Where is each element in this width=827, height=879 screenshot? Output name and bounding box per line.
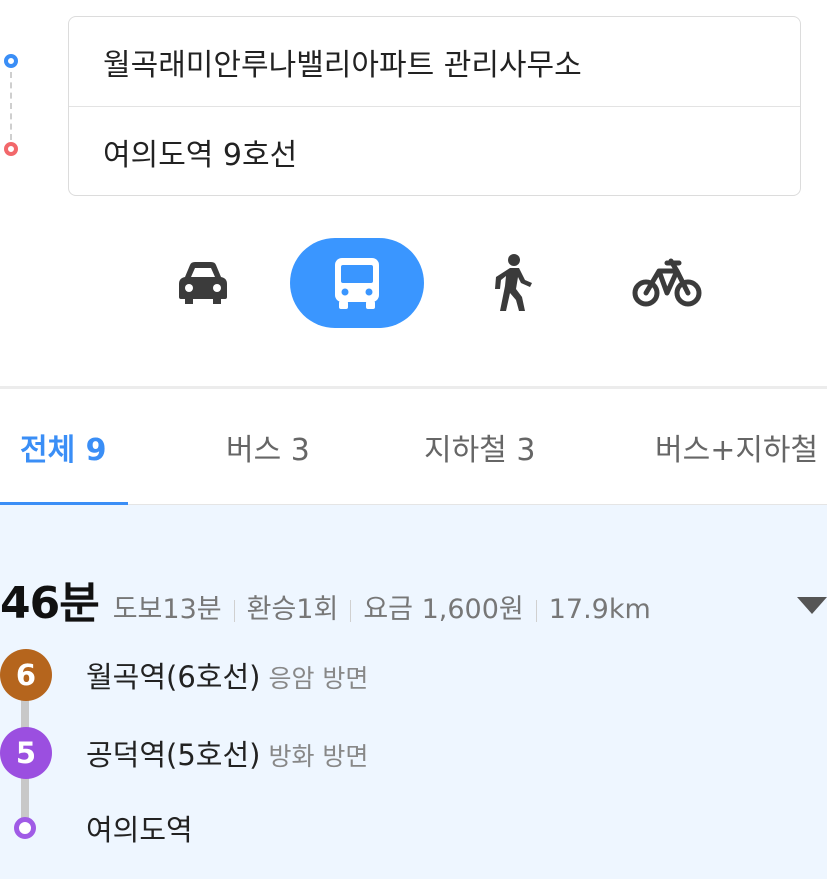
mode-walk-button[interactable]: [446, 238, 580, 328]
expand-caret-icon[interactable]: [797, 597, 827, 614]
direction: 방화 방면: [268, 742, 369, 771]
walk-icon: [495, 254, 532, 311]
destination-marker-icon: [4, 142, 18, 156]
bike-icon: [632, 258, 702, 307]
tab-bus-subway[interactable]: 버스+지하철: [655, 389, 818, 505]
meta-separator: [350, 599, 352, 622]
meta-separator: [535, 599, 537, 622]
line-6-badge: 6: [0, 649, 52, 701]
fare: 요금 1,600원: [363, 594, 524, 625]
route-result-card[interactable]: 46분 도보13분 환승1회 요금 1,600원 17.9km 6 월곡역(6호…: [0, 505, 827, 879]
total-time: 46분: [0, 578, 100, 629]
route-type-tabs: 전체 9 버스 3 지하철 3 버스+지하철: [0, 389, 827, 505]
tab-subway[interactable]: 지하철 3: [424, 389, 535, 505]
route-markers: [0, 40, 30, 160]
step-arrive[interactable]: 여의도역: [86, 807, 193, 849]
step-transfer[interactable]: 공덕역(5호선) 방화 방면: [86, 732, 368, 774]
meta-separator: [233, 599, 235, 622]
station-name: 여의도역: [86, 813, 193, 847]
route-connector: [10, 72, 12, 140]
mode-transit-button[interactable]: [290, 238, 424, 328]
distance: 17.9km: [548, 594, 651, 625]
line-5-badge: 5: [0, 727, 52, 779]
mode-car-button[interactable]: [136, 238, 270, 328]
origin-marker-icon: [4, 54, 18, 68]
tab-bus[interactable]: 버스 3: [226, 389, 310, 505]
route-summary: 46분 도보13분 환승1회 요금 1,600원 17.9km: [0, 567, 651, 629]
tab-all[interactable]: 전체 9: [20, 389, 107, 505]
walk-time: 도보13분: [112, 594, 222, 625]
bus-icon: [335, 258, 379, 309]
transfer-count: 환승1회: [246, 594, 339, 625]
transport-mode-switch: [0, 238, 827, 330]
step-board[interactable]: 월곡역(6호선) 응암 방면: [86, 654, 368, 696]
station-name: 공덕역(5호선): [86, 738, 261, 772]
route-input-box: 월곡래미안루나밸리아파트 관리사무소 여의도역 9호선: [68, 16, 801, 196]
direction: 응암 방면: [268, 664, 369, 693]
station-name: 월곡역(6호선): [86, 660, 261, 694]
destination-input[interactable]: 여의도역 9호선: [69, 107, 800, 195]
origin-input[interactable]: 월곡래미안루나밸리아파트 관리사무소: [69, 17, 800, 107]
car-icon: [179, 262, 227, 304]
mode-bike-button[interactable]: [600, 238, 734, 328]
destination-dot-icon: [14, 817, 36, 839]
